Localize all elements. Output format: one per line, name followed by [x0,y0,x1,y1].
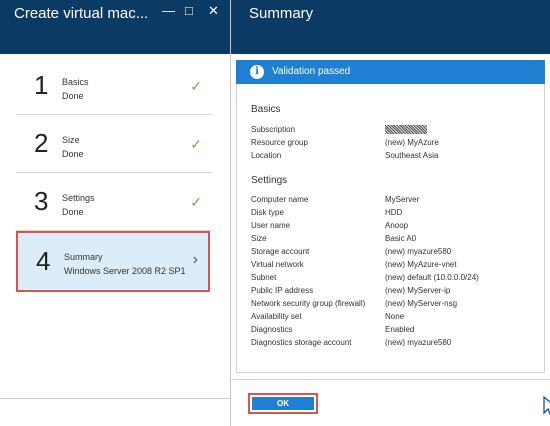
row-key: Resource group [251,138,308,147]
step-name: Summary [64,252,103,262]
row-value-masked [385,125,427,135]
summary-row: Availability set None [251,312,541,325]
blade-header: Create virtual mac... — □ ✕ [0,0,230,54]
row-key: Disk type [251,208,284,217]
row-key: Public IP address [251,286,314,295]
mouse-cursor-icon [543,396,550,416]
step-status: Done [62,149,84,159]
chevron-right-icon: › [192,251,198,268]
row-value: None [385,312,405,321]
row-key: Network security group (firewall) [251,299,366,308]
step-number: 4 [36,246,51,276]
row-value: (new) MyServer-ip [385,286,451,295]
step-name: Basics [62,77,89,87]
step-name: Settings [62,193,95,203]
row-key: Size [251,234,267,243]
step-number: 1 [34,70,49,100]
row-key: Virtual network [251,260,304,269]
ok-button[interactable]: OK [252,397,314,410]
row-key: Location [251,151,282,160]
step-number: 3 [34,186,49,216]
row-key: User name [251,221,291,230]
ok-button-highlight: OK [248,393,318,414]
checkmark-icon: ✓ [190,136,202,152]
summary-row: Subnet (new) default (10.0.0.0/24) [251,273,541,286]
maximize-icon[interactable]: □ [185,3,193,19]
row-key: Availability set [251,312,302,321]
row-value: HDD [385,208,403,217]
summary-row: Network security group (firewall) (new) M… [251,299,541,312]
row-key: Storage account [251,247,310,256]
redacted-value [385,125,427,135]
blade-title: Create virtual mac... [14,5,149,22]
summary-panel: Basics Subscription Resource group (new)… [236,84,545,373]
row-value: (new) myazure580 [385,247,452,256]
summary-row: Virtual network (new) MyAzure-vnet [251,260,541,273]
minimize-icon[interactable]: — [162,3,175,19]
row-key: Diagnostics [251,325,293,334]
checkmark-icon: ✓ [190,194,202,210]
summary-row: Size Basic A0 [251,234,541,247]
divider [231,379,550,380]
row-value: Anoop [385,221,409,230]
divider [0,398,230,399]
summary-row: Storage account (new) myazure580 [251,247,541,260]
row-key: Subnet [251,273,277,282]
summary-row: Diagnostics Enabled [251,325,541,338]
row-key: Diagnostics storage account [251,338,352,347]
row-value: (new) MyAzure-vnet [385,260,457,269]
step-name: Size [62,135,80,145]
summary-row: Diagnostics storage account (new) myazure… [251,338,541,351]
validation-banner: i Validation passed [236,60,545,84]
step-status: Windows Server 2008 R2 SP1 [64,266,186,276]
summary-row: Subscription [251,125,541,138]
row-value: MyServer [385,195,420,204]
blade-header: Summary [231,0,550,54]
checkmark-icon: ✓ [190,78,202,94]
step-basics[interactable]: 1 Basics Done ✓ [16,58,212,115]
row-value: (new) MyServer-nsg [385,299,458,308]
row-value: Southeast Asia [385,151,439,160]
row-key: Subscription [251,125,296,134]
row-key: Computer name [251,195,309,204]
create-vm-blade: Create virtual mac... — □ ✕ 1 Basics Don… [0,0,231,426]
summary-row: User name Anoop [251,221,541,234]
row-value: (new) myazure580 [385,338,452,347]
summary-row: Computer name MyServer [251,195,541,208]
summary-row: Public IP address (new) MyServer-ip [251,286,541,299]
summary-row: Resource group (new) MyAzure [251,138,541,151]
step-size[interactable]: 2 Size Done ✓ [16,116,212,173]
step-status: Done [62,91,84,101]
validation-text: Validation passed [272,66,351,77]
info-icon: i [250,65,264,79]
step-summary[interactable]: 4 Summary Windows Server 2008 R2 SP1 › [16,231,210,292]
step-number: 2 [34,128,49,158]
row-value: (new) MyAzure [385,138,439,147]
row-value: (new) default (10.0.0.0/24) [385,273,479,282]
summary-blade: Summary i Validation passed Basics Subsc… [231,0,550,426]
close-icon[interactable]: ✕ [208,3,219,19]
summary-row: Disk type HDD [251,208,541,221]
section-heading-basics: Basics [251,104,281,115]
summary-row: Location Southeast Asia [251,151,541,164]
step-status: Done [62,207,84,217]
row-value: Enabled [385,325,415,334]
row-value: Basic A0 [385,234,417,243]
step-settings[interactable]: 3 Settings Done ✓ [16,174,212,231]
section-heading-settings: Settings [251,175,288,186]
blade-title: Summary [249,5,314,22]
